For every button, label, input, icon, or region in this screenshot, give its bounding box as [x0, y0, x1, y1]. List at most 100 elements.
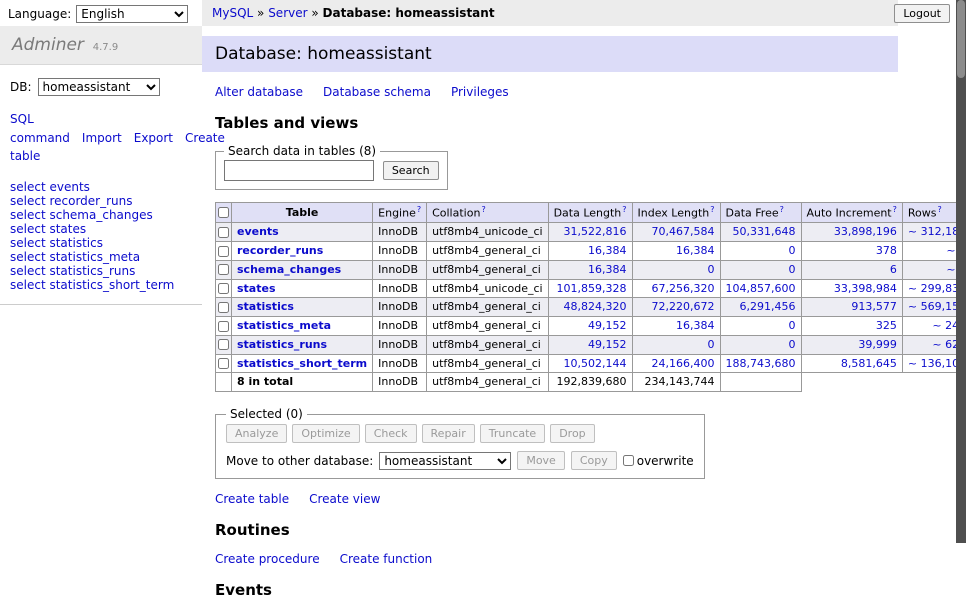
table-name-link[interactable]: statistics_runs	[237, 338, 327, 351]
create-link[interactable]: Create table	[215, 492, 289, 506]
db-select[interactable]: homeassistant	[38, 78, 160, 96]
table-name-link[interactable]: statistics_short_term	[237, 357, 367, 370]
search-input[interactable]	[224, 160, 374, 181]
row-checkbox[interactable]	[218, 321, 229, 332]
move-button[interactable]: Move	[517, 451, 565, 470]
create-link[interactable]: Create view	[309, 492, 380, 506]
column-help-link[interactable]: ?	[622, 205, 626, 214]
table-name-link[interactable]: states	[237, 282, 276, 295]
row-checkbox[interactable]	[218, 283, 229, 294]
sidebar-table-link[interactable]: select statistics_meta	[10, 250, 140, 264]
auto-increment-link[interactable]: 39,999	[858, 338, 897, 351]
index-length-link[interactable]: 16,384	[676, 244, 715, 257]
data-free-link[interactable]: 188,743,680	[726, 357, 796, 370]
db-selector-row: DB: homeassistant	[10, 78, 202, 96]
analyze-button[interactable]: Analyze	[226, 424, 287, 443]
column-help-link[interactable]: ?	[417, 205, 421, 214]
data-free-link[interactable]: 0	[789, 338, 796, 351]
auto-increment-link[interactable]: 913,577	[851, 300, 897, 313]
data-length-link[interactable]: 101,859,328	[557, 282, 627, 295]
column-help-link[interactable]: ?	[481, 205, 485, 214]
check-button[interactable]: Check	[365, 424, 417, 443]
sidebar-action-link[interactable]: Export	[134, 131, 173, 145]
drop-button[interactable]: Drop	[550, 424, 594, 443]
data-length-link[interactable]: 16,384	[588, 244, 627, 257]
data-free-link[interactable]: 50,331,648	[733, 225, 796, 238]
data-length-link[interactable]: 10,502,144	[564, 357, 627, 370]
logout-button[interactable]: Logout	[894, 4, 950, 23]
row-checkbox[interactable]	[218, 302, 229, 313]
db-action-link[interactable]: Alter database	[215, 85, 303, 99]
overwrite-control[interactable]: overwrite	[623, 454, 694, 468]
sidebar-table-link[interactable]: select schema_changes	[10, 208, 153, 222]
table-name-link[interactable]: schema_changes	[237, 263, 341, 276]
index-length-link[interactable]: 70,467,584	[652, 225, 715, 238]
auto-increment-link[interactable]: 8,581,645	[841, 357, 897, 370]
auto-increment-link[interactable]: 6	[890, 263, 897, 276]
data-length-link[interactable]: 49,152	[588, 319, 627, 332]
select-all-checkbox[interactable]	[218, 207, 229, 218]
overwrite-checkbox[interactable]	[623, 455, 634, 466]
column-help-link[interactable]: ?	[780, 205, 784, 214]
data-free-link[interactable]: 0	[789, 319, 796, 332]
data-free-link[interactable]: 6,291,456	[740, 300, 796, 313]
auto-increment-link[interactable]: 33,898,196	[834, 225, 897, 238]
index-length-link[interactable]: 16,384	[676, 319, 715, 332]
index-length-link[interactable]: 72,220,672	[652, 300, 715, 313]
sidebar-table-link[interactable]: select events	[10, 180, 90, 194]
column-help-link[interactable]: ?	[937, 205, 941, 214]
scrollbar[interactable]	[956, 0, 966, 543]
data-length-link[interactable]: 49,152	[588, 338, 627, 351]
auto-increment-cell: 39,999	[801, 335, 902, 354]
row-checkbox[interactable]	[218, 246, 229, 257]
data-length-link[interactable]: 48,824,320	[564, 300, 627, 313]
table-name-link[interactable]: recorder_runs	[237, 244, 323, 257]
language-select[interactable]: English	[76, 5, 188, 23]
routine-link[interactable]: Create procedure	[215, 552, 320, 566]
data-length-link[interactable]: 31,522,816	[564, 225, 627, 238]
table-name-link[interactable]: statistics_meta	[237, 319, 331, 332]
index-length-link[interactable]: 0	[708, 338, 715, 351]
breadcrumb-link[interactable]: MySQL	[212, 6, 253, 20]
column-help-link[interactable]: ?	[710, 205, 714, 214]
auto-increment-link[interactable]: 33,398,984	[834, 282, 897, 295]
row-checkbox[interactable]	[218, 358, 229, 369]
column-help-link[interactable]: ?	[893, 205, 897, 214]
sidebar-table-link[interactable]: select statistics	[10, 236, 103, 250]
adminer-brand-link[interactable]: Adminer	[12, 35, 84, 55]
sidebar-action-link[interactable]: SQL command	[10, 112, 70, 145]
row-checkbox[interactable]	[218, 339, 229, 350]
column-header-table: Table	[232, 203, 373, 223]
repair-button[interactable]: Repair	[422, 424, 475, 443]
row-checkbox[interactable]	[218, 227, 229, 238]
data-free-link[interactable]: 104,857,600	[726, 282, 796, 295]
table-name-link[interactable]: statistics	[237, 300, 294, 313]
truncate-button[interactable]: Truncate	[480, 424, 545, 443]
db-action-link[interactable]: Privileges	[451, 85, 509, 99]
move-db-select[interactable]: homeassistant	[379, 452, 511, 470]
sidebar-table-link[interactable]: select states	[10, 222, 86, 236]
auto-increment-link[interactable]: 378	[876, 244, 897, 257]
data-length-link[interactable]: 16,384	[588, 263, 627, 276]
sidebar-action-link[interactable]: Import	[82, 131, 122, 145]
copy-button[interactable]: Copy	[571, 451, 617, 470]
sidebar-table-link[interactable]: select recorder_runs	[10, 194, 133, 208]
auto-increment-link[interactable]: 325	[876, 319, 897, 332]
row-checkbox[interactable]	[218, 264, 229, 275]
scrollbar-thumb[interactable]	[957, 0, 965, 78]
data-free-link[interactable]: 0	[789, 263, 796, 276]
db-action-link[interactable]: Database schema	[323, 85, 431, 99]
table-name-link[interactable]: events	[237, 225, 279, 238]
breadcrumb: MySQL » Server » Database: homeassistant	[202, 0, 898, 26]
optimize-button[interactable]: Optimize	[292, 424, 359, 443]
search-button[interactable]: Search	[383, 161, 439, 180]
routines-title: Routines	[215, 521, 898, 539]
index-length-link[interactable]: 24,166,400	[652, 357, 715, 370]
data-free-link[interactable]: 0	[789, 244, 796, 257]
routine-link[interactable]: Create function	[340, 552, 433, 566]
sidebar-table-link[interactable]: select statistics_runs	[10, 264, 135, 278]
sidebar-table-link[interactable]: select statistics_short_term	[10, 278, 174, 292]
index-length-link[interactable]: 0	[708, 263, 715, 276]
index-length-link[interactable]: 67,256,320	[652, 282, 715, 295]
breadcrumb-link[interactable]: Server	[268, 6, 307, 20]
